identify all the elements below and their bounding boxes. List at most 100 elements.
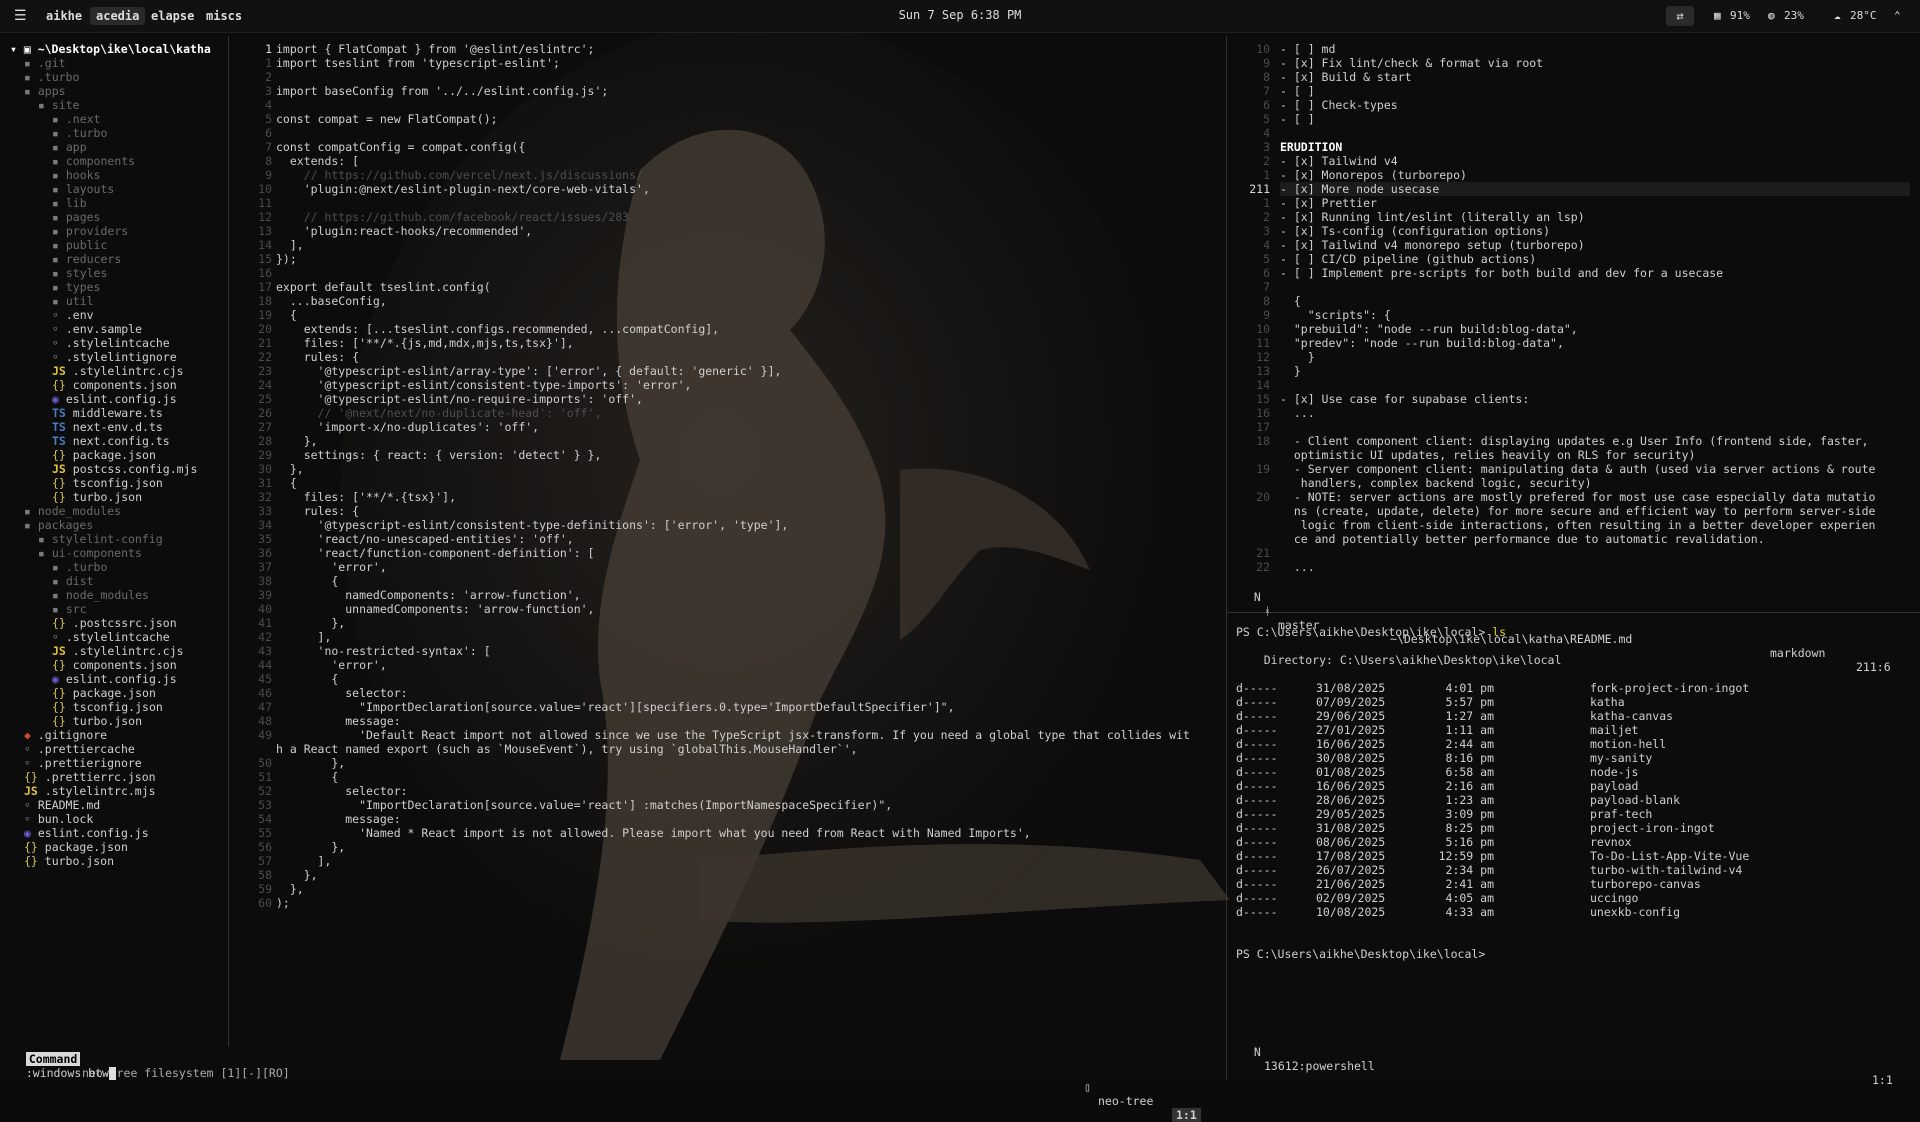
tree-item[interactable]: ◦ .stylelintcache <box>10 336 228 350</box>
line-number: 38 <box>258 574 272 588</box>
tree-item[interactable]: ▪ dist <box>10 574 228 588</box>
tree-item[interactable]: ▪ reducers <box>10 252 228 266</box>
tree-item[interactable]: ◉ eslint.config.js <box>10 672 228 686</box>
line-number: 11 <box>1256 336 1270 350</box>
tree-item[interactable]: TS middleware.ts <box>10 406 228 420</box>
tree-item[interactable]: ▪ node_modules <box>10 588 228 602</box>
line-number: 56 <box>258 840 272 854</box>
code-line: }, <box>276 462 304 476</box>
workspace-aikhe[interactable]: aikhe <box>40 7 88 25</box>
tree-item[interactable]: ▪ node_modules <box>10 504 228 518</box>
code-editor[interactable]: import { FlatCompat } from '@eslint/esli… <box>276 42 1216 910</box>
tree-item[interactable]: ▪ src <box>10 602 228 616</box>
time-col: 4:01 pm <box>1445 681 1494 695</box>
menu-icon[interactable]: ☰ <box>14 8 27 24</box>
tree-item[interactable]: ▪ .turbo <box>10 560 228 574</box>
code-line: rules: { <box>276 504 360 518</box>
line-number: 40 <box>258 602 272 616</box>
tree-item[interactable]: ▪ app <box>10 140 228 154</box>
workspace-miscs[interactable]: miscs <box>200 7 248 25</box>
tree-item[interactable]: ▪ providers <box>10 224 228 238</box>
terminal[interactable]: PS C:\Users\aikhe\Desktop\ike\local> ls … <box>1236 625 1916 961</box>
tree-item[interactable]: ◉ eslint.config.js <box>10 826 228 840</box>
tree-item[interactable]: JS postcss.config.mjs <box>10 462 228 476</box>
tree-item[interactable]: ▪ site <box>10 98 228 112</box>
tree-item[interactable]: {} package.json <box>10 686 228 700</box>
note-line: - Client component client: displaying up… <box>1280 434 1869 448</box>
tree-item[interactable]: ▪ .turbo <box>10 70 228 84</box>
typescript-icon: TS <box>52 406 73 420</box>
tree-item-label: providers <box>65 224 129 238</box>
tree-item[interactable]: ◦ .prettiercache <box>10 742 228 756</box>
tree-item[interactable]: {} turbo.json <box>10 490 228 504</box>
workspace-acedia[interactable]: acedia <box>90 7 146 25</box>
tree-root[interactable]: ▾ ▣ ~\Desktop\ike\local\katha <box>10 42 228 56</box>
tree-item[interactable]: {} tsconfig.json <box>10 476 228 490</box>
tree-item[interactable]: ▪ packages <box>10 518 228 532</box>
tree-item[interactable]: {} components.json <box>10 658 228 672</box>
file-tree[interactable]: ▾ ▣ ~\Desktop\ike\local\katha ▪ .git ▪ .tu… <box>10 42 228 868</box>
folder-icon: ▪ <box>52 182 66 196</box>
tree-item-label: .turbo <box>65 126 108 140</box>
time-col: 4:05 am <box>1445 891 1494 905</box>
tree-item[interactable]: ▪ hooks <box>10 168 228 182</box>
tree-item[interactable]: ◉ eslint.config.js <box>10 392 228 406</box>
folder-icon: ▪ <box>52 196 66 210</box>
tree-item[interactable]: {} .postcssrc.json <box>10 616 228 630</box>
tree-item[interactable]: ▪ util <box>10 294 228 308</box>
tree-item[interactable]: {} package.json <box>10 840 228 854</box>
tree-item[interactable]: ▪ styles <box>10 266 228 280</box>
tree-item[interactable]: ▪ .git <box>10 56 228 70</box>
code-line: files: ['**/*.{js,md,mdx,mjs,ts,tsx}'], <box>276 336 574 350</box>
line-number: 8 <box>265 154 272 168</box>
eslint-icon: ◉ <box>52 392 66 406</box>
tree-item[interactable]: ▪ pages <box>10 210 228 224</box>
tree-item[interactable]: ◦ .env.sample <box>10 322 228 336</box>
tree-item[interactable]: ▪ .turbo <box>10 126 228 140</box>
notes-editor[interactable]: - [ ] md - [x] Fix lint/check & format vi… <box>1280 42 1910 574</box>
tree-item[interactable]: ▪ stylelint-config <box>10 532 228 546</box>
tree-item[interactable]: ◦ bun.lock <box>10 812 228 826</box>
tree-item[interactable]: {} components.json <box>10 378 228 392</box>
tree-item[interactable]: TS next-env.d.ts <box>10 420 228 434</box>
tree-item[interactable]: ▪ types <box>10 280 228 294</box>
switch-icon[interactable]: ⇄ <box>1666 6 1694 26</box>
date-col: 10/08/2025 <box>1316 905 1386 919</box>
tree-item[interactable]: ▪ apps <box>10 84 228 98</box>
code-line: rules: { <box>276 350 360 364</box>
tree-item[interactable]: ▪ components <box>10 154 228 168</box>
tree-item[interactable]: ◦ .stylelintcache <box>10 630 228 644</box>
command-line[interactable]: :windows btw <box>12 1052 412 1080</box>
tree-item[interactable]: ◦ README.md <box>10 798 228 812</box>
code-line: '@typescript-eslint/consistent-type-impo… <box>276 378 692 392</box>
code-line: 'no-restricted-syntax': [ <box>276 644 491 658</box>
tree-item[interactable]: {} .prettierrc.json <box>10 770 228 784</box>
tree-item[interactable]: JS .stylelintrc.cjs <box>10 644 228 658</box>
tree-item[interactable]: ▪ lib <box>10 196 228 210</box>
date-col: 02/09/2025 <box>1316 891 1386 905</box>
folder-icon: ▪ <box>52 280 66 294</box>
tree-item[interactable]: ◦ .stylelintignore <box>10 350 228 364</box>
line-number: 5 <box>1263 112 1270 126</box>
clock: Sun 7 Sep 6:38 PM <box>898 8 1022 22</box>
tree-item-label: .prettiercache <box>37 742 135 756</box>
tree-item[interactable]: JS .stylelintrc.cjs <box>10 364 228 378</box>
tree-item[interactable]: {} turbo.json <box>10 714 228 728</box>
tree-item[interactable]: {} tsconfig.json <box>10 700 228 714</box>
tree-item[interactable]: JS .stylelintrc.mjs <box>10 784 228 798</box>
tree-item[interactable]: ◦ .prettierignore <box>10 756 228 770</box>
tree-item[interactable]: {} turbo.json <box>10 854 228 868</box>
tree-item[interactable]: {} package.json <box>10 448 228 462</box>
tree-item[interactable]: ▪ ui-components <box>10 546 228 560</box>
chevron-up-icon[interactable]: ⌃ <box>1894 9 1901 22</box>
tree-item[interactable]: ◦ .env <box>10 308 228 322</box>
tree-item[interactable]: TS next.config.ts <box>10 434 228 448</box>
tree-item[interactable]: ▪ layouts <box>10 182 228 196</box>
tree-item[interactable]: ▪ .next <box>10 112 228 126</box>
workspace-elapse[interactable]: elapse <box>145 7 200 25</box>
tree-item[interactable]: ◆ .gitignore <box>10 728 228 742</box>
tree-item[interactable]: ▪ public <box>10 238 228 252</box>
line-number <box>1230 504 1270 518</box>
